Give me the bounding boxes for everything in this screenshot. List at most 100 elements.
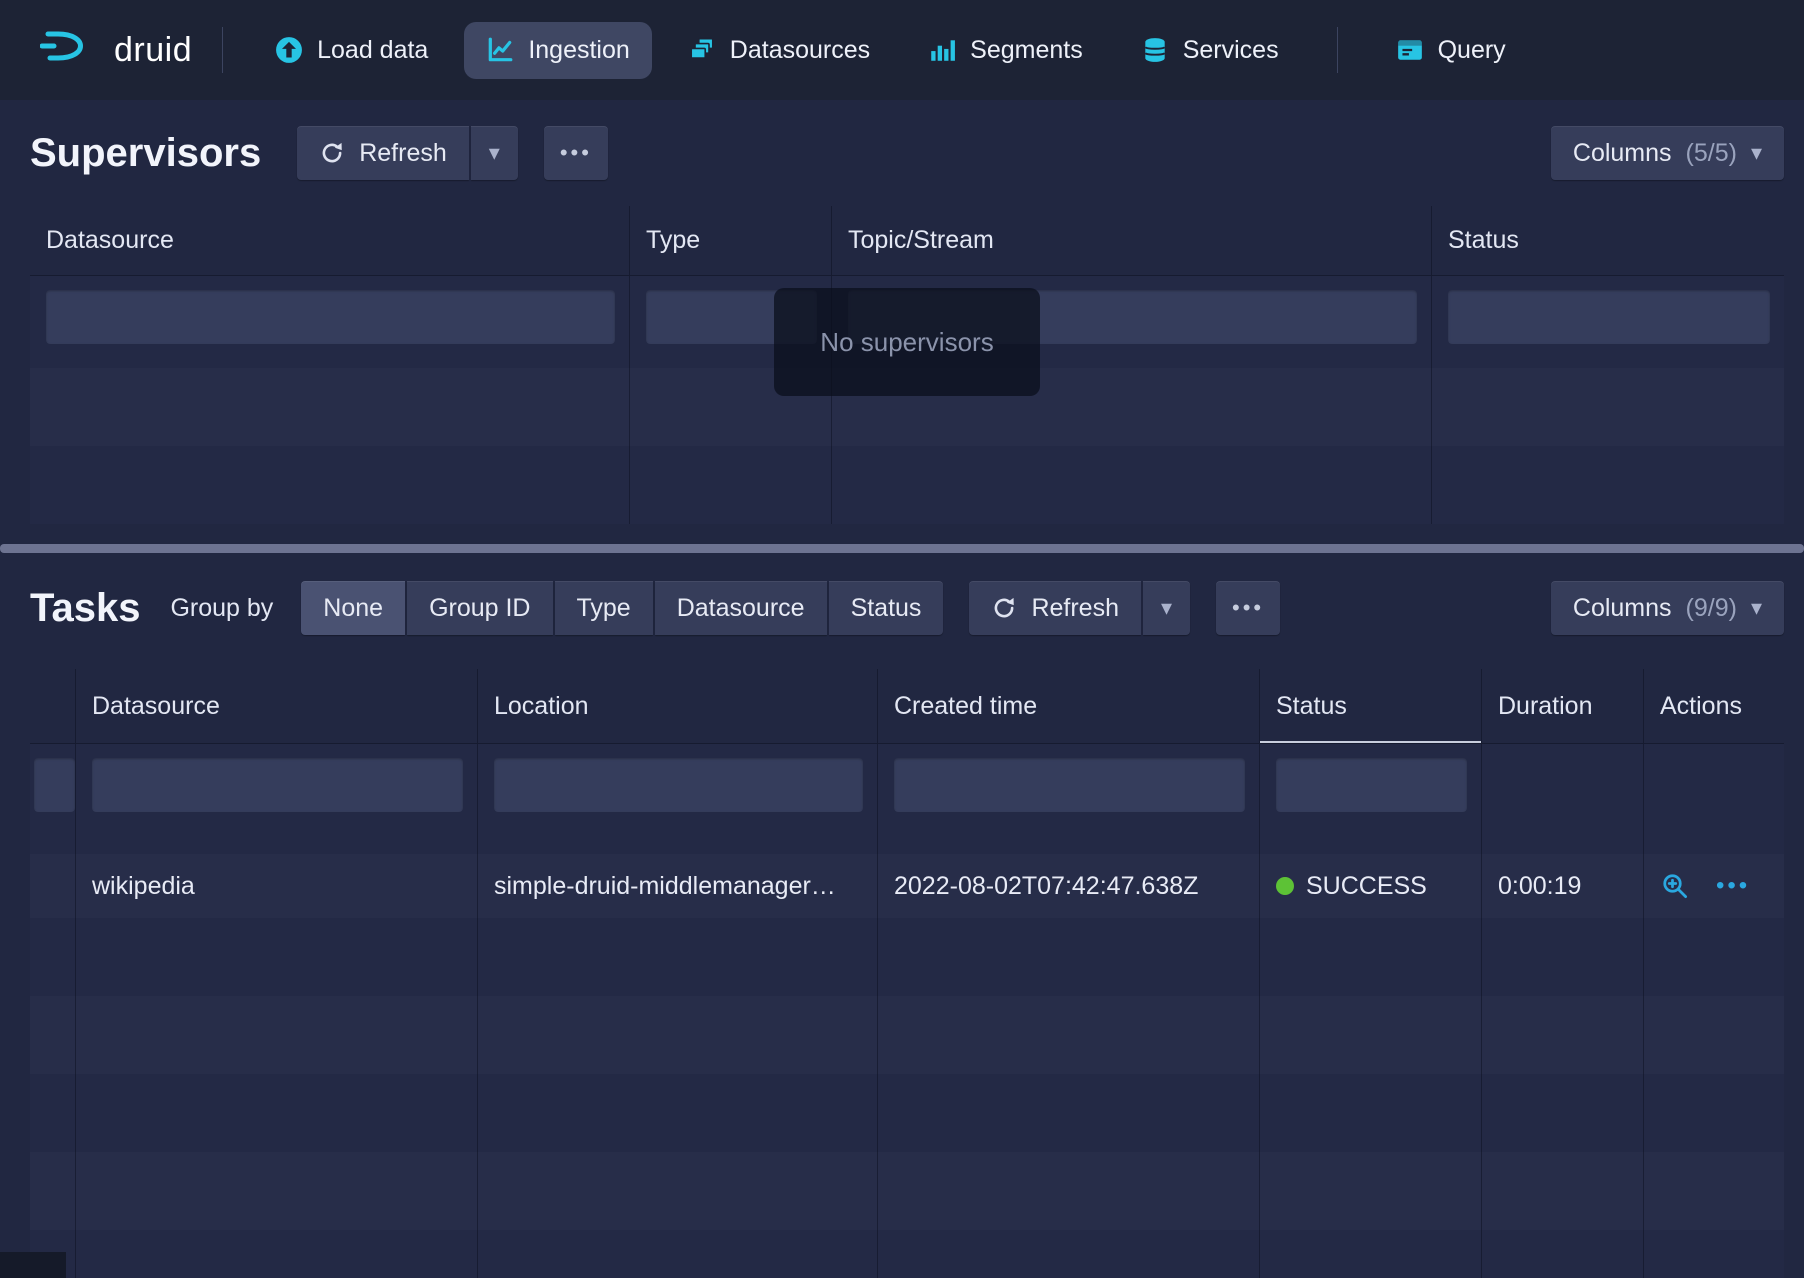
supervisors-table-header-row: Datasource Type Topic/Stream Status: [30, 206, 1784, 276]
task-location: simple-druid-middlemanager…: [478, 854, 878, 918]
column-header[interactable]: Type: [630, 206, 832, 275]
nav-label: Query: [1438, 36, 1506, 65]
status-success-dot: [1276, 877, 1294, 895]
group-by-group-id-button[interactable]: Group ID: [407, 581, 552, 635]
column-header[interactable]: Duration: [1482, 669, 1644, 743]
magnify-details-icon[interactable]: [1660, 871, 1690, 901]
task-row-wikipedia[interactable]: wikipedia simple-druid-middlemanager… 20…: [30, 854, 1784, 918]
column-header[interactable]: Status: [1432, 206, 1784, 275]
segments-icon: [928, 36, 956, 64]
group-by-segment: None Group ID Type Datasource Status: [301, 581, 943, 635]
nav-label: Segments: [970, 36, 1083, 65]
filter-index-input[interactable]: [34, 758, 75, 812]
supervisors-header: Supervisors Refresh ▾ ••• Columns (5/5) …: [0, 122, 1804, 184]
column-header[interactable]: Location: [478, 669, 878, 743]
nav-item-ingestion[interactable]: Ingestion: [464, 22, 651, 79]
supervisors-columns-button[interactable]: Columns (5/5) ▾: [1551, 126, 1784, 180]
columns-label: Columns: [1573, 594, 1672, 623]
nav-item-datasources[interactable]: Datasources: [666, 22, 892, 79]
row-index-column-header: [30, 669, 76, 743]
refresh-label: Refresh: [359, 139, 447, 168]
top-nav: druid Load data Ingestion: [0, 0, 1804, 100]
column-header[interactable]: Datasource: [30, 206, 630, 275]
columns-count: (9/9): [1686, 594, 1737, 623]
section-divider-scrollbar[interactable]: [0, 544, 1804, 553]
ingestion-icon: [486, 36, 514, 64]
more-icon: •••: [1232, 595, 1264, 621]
filter-created-time-input[interactable]: [894, 758, 1245, 812]
table-row: [30, 996, 1784, 1074]
nav-item-services[interactable]: Services: [1119, 22, 1301, 79]
chevron-down-icon: ▾: [1161, 595, 1172, 621]
tasks-table-header-row: Datasource Location Created time Status …: [30, 669, 1784, 744]
no-supervisors-message: No supervisors: [774, 288, 1040, 396]
table-row: [30, 918, 1784, 996]
group-by-label: Group by: [170, 594, 273, 623]
column-header[interactable]: Datasource: [76, 669, 478, 743]
nav-divider: [1337, 27, 1338, 73]
group-by-type-button[interactable]: Type: [555, 581, 653, 635]
filter-datasource-input[interactable]: [92, 758, 463, 812]
supervisors-more-button[interactable]: •••: [544, 126, 608, 180]
task-duration: 0:00:19: [1482, 854, 1644, 918]
task-actions: •••: [1644, 854, 1784, 918]
tasks-refresh-button[interactable]: Refresh: [969, 581, 1141, 635]
tasks-table: Datasource Location Created time Status …: [30, 669, 1784, 1278]
refresh-label: Refresh: [1031, 594, 1119, 623]
task-datasource: wikipedia: [76, 854, 478, 918]
brand-name: druid: [114, 31, 192, 70]
tasks-columns-button[interactable]: Columns (9/9) ▾: [1551, 581, 1784, 635]
filter-datasource-input[interactable]: [46, 290, 615, 344]
nav-item-load-data[interactable]: Load data: [253, 22, 450, 79]
group-by-none-button[interactable]: None: [301, 581, 405, 635]
tasks-refresh-caret-button[interactable]: ▾: [1143, 581, 1190, 635]
table-row: [30, 446, 1784, 524]
services-icon: [1141, 36, 1169, 64]
supervisors-refresh-button[interactable]: Refresh: [297, 126, 469, 180]
status-text: SUCCESS: [1306, 872, 1427, 901]
tasks-title: Tasks: [30, 586, 140, 631]
filter-status-input[interactable]: [1448, 290, 1770, 344]
supervisors-title: Supervisors: [30, 131, 261, 176]
nav-divider: [222, 27, 223, 73]
tasks-header: Tasks Group by None Group ID Type Dataso…: [0, 577, 1804, 639]
chevron-down-icon: ▾: [489, 140, 500, 166]
nav-label: Datasources: [730, 36, 870, 65]
task-created-time: 2022-08-02T07:42:47.638Z: [878, 854, 1260, 918]
refresh-icon: [319, 140, 345, 166]
filter-location-input[interactable]: [494, 758, 863, 812]
column-header[interactable]: Topic/Stream: [832, 206, 1432, 275]
supervisors-table: Datasource Type Topic/Stream Status No s…: [30, 206, 1784, 524]
upload-icon: [275, 36, 303, 64]
scrollbar-corner[interactable]: [0, 1252, 66, 1278]
column-header[interactable]: Created time: [878, 669, 1260, 743]
table-row: [30, 1074, 1784, 1152]
table-row: [30, 1230, 1784, 1278]
query-icon: [1396, 36, 1424, 64]
table-row: [30, 1152, 1784, 1230]
nav-item-segments[interactable]: Segments: [906, 22, 1105, 79]
task-status: SUCCESS: [1260, 854, 1482, 918]
druid-logo-icon: [40, 28, 100, 72]
nav-label: Load data: [317, 36, 428, 65]
task-more-actions-icon[interactable]: •••: [1716, 872, 1750, 900]
column-header[interactable]: Actions: [1644, 669, 1784, 743]
chevron-down-icon: ▾: [1751, 140, 1762, 166]
nav-item-query[interactable]: Query: [1374, 22, 1528, 79]
columns-label: Columns: [1573, 139, 1672, 168]
nav-label: Ingestion: [528, 36, 629, 65]
tasks-more-button[interactable]: •••: [1216, 581, 1280, 635]
columns-count: (5/5): [1686, 139, 1737, 168]
more-icon: •••: [560, 140, 592, 166]
supervisors-refresh-caret-button[interactable]: ▾: [471, 126, 518, 180]
group-by-status-button[interactable]: Status: [829, 581, 944, 635]
refresh-icon: [991, 595, 1017, 621]
druid-logo[interactable]: druid: [40, 28, 192, 72]
nav-label: Services: [1183, 36, 1279, 65]
group-by-datasource-button[interactable]: Datasource: [655, 581, 827, 635]
tasks-filter-row: [30, 744, 1784, 854]
filter-status-input[interactable]: [1276, 758, 1467, 812]
column-header-sorted[interactable]: Status: [1260, 669, 1482, 743]
chevron-down-icon: ▾: [1751, 595, 1762, 621]
datasources-icon: [688, 36, 716, 64]
